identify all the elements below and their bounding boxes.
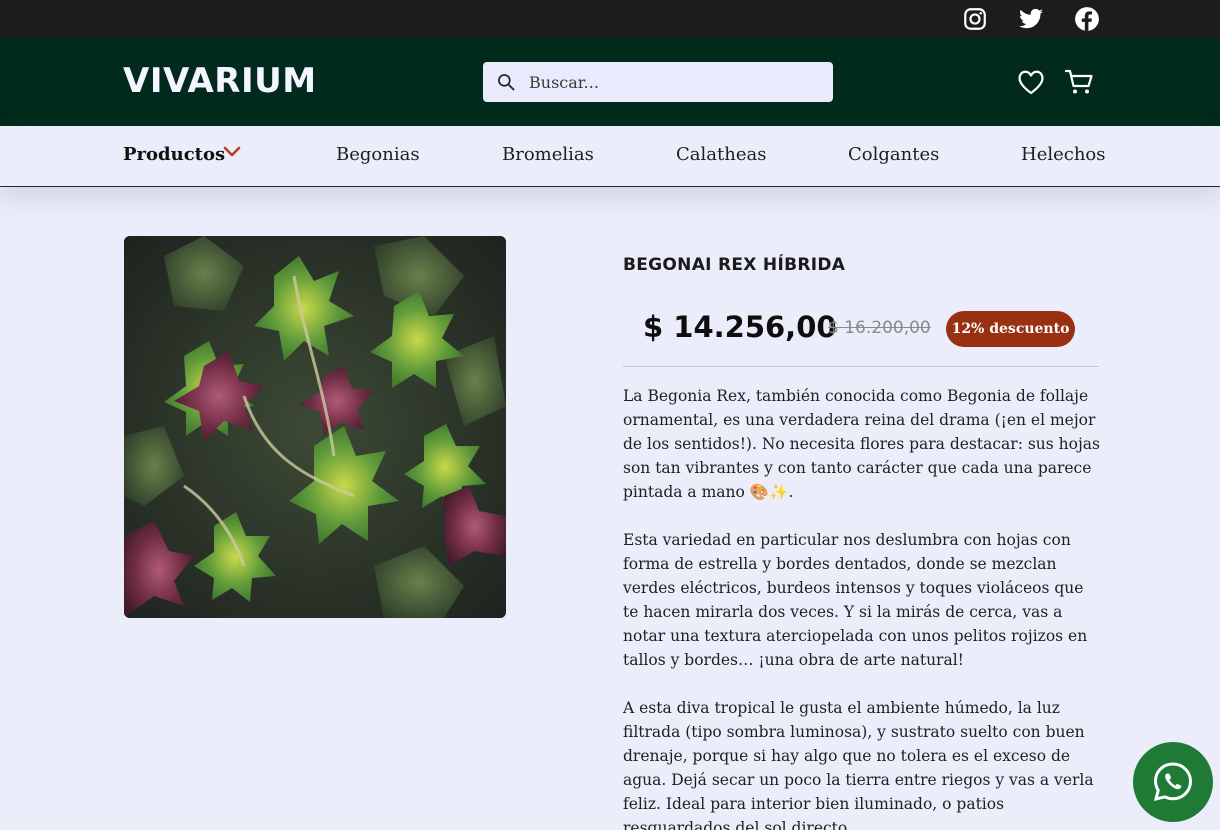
instagram-icon[interactable] (962, 6, 988, 32)
discount-badge: 12% descuento (946, 311, 1075, 347)
product-description: La Begonia Rex, también conocida como Be… (623, 384, 1101, 830)
site-header: VIVARIUM (0, 38, 1220, 126)
search-input[interactable] (529, 62, 819, 102)
twitter-icon[interactable] (1018, 6, 1044, 32)
nav-item-bromelias[interactable]: Bromelias (502, 144, 594, 165)
nav-item-productos[interactable]: Productos (123, 144, 225, 165)
search-bar[interactable] (483, 62, 833, 102)
description-paragraph: La Begonia Rex, también conocida como Be… (623, 387, 1100, 501)
price-divider (623, 366, 1099, 367)
product-title: BEGONAI REX HÍBRIDA (623, 255, 846, 275)
cart-icon[interactable] (1063, 66, 1095, 98)
description-paragraph: Esta variedad en particular nos deslumbr… (623, 531, 1088, 669)
category-nav: Productos Begonias Bromelias Calatheas C… (0, 126, 1220, 187)
nav-item-begonias[interactable]: Begonias (336, 144, 420, 165)
description-paragraph: A esta diva tropical le gusta el ambient… (623, 699, 1094, 830)
nav-item-helechos[interactable]: Helechos (1021, 144, 1106, 165)
product-image[interactable] (124, 236, 506, 618)
nav-item-colgantes[interactable]: Colgantes (848, 144, 939, 165)
product-price: $ 14.256,00 (643, 310, 837, 344)
site-logo[interactable]: VIVARIUM (123, 61, 317, 101)
facebook-icon[interactable] (1074, 6, 1100, 32)
wishlist-heart-icon[interactable] (1015, 66, 1047, 98)
chevron-down-icon[interactable] (222, 145, 242, 159)
whatsapp-button[interactable] (1133, 742, 1213, 822)
product-old-price: $ 16.200,00 (828, 318, 931, 338)
nav-item-calatheas[interactable]: Calatheas (676, 144, 766, 165)
whatsapp-icon (1153, 762, 1193, 802)
social-topbar (0, 0, 1220, 38)
search-icon (498, 74, 515, 91)
